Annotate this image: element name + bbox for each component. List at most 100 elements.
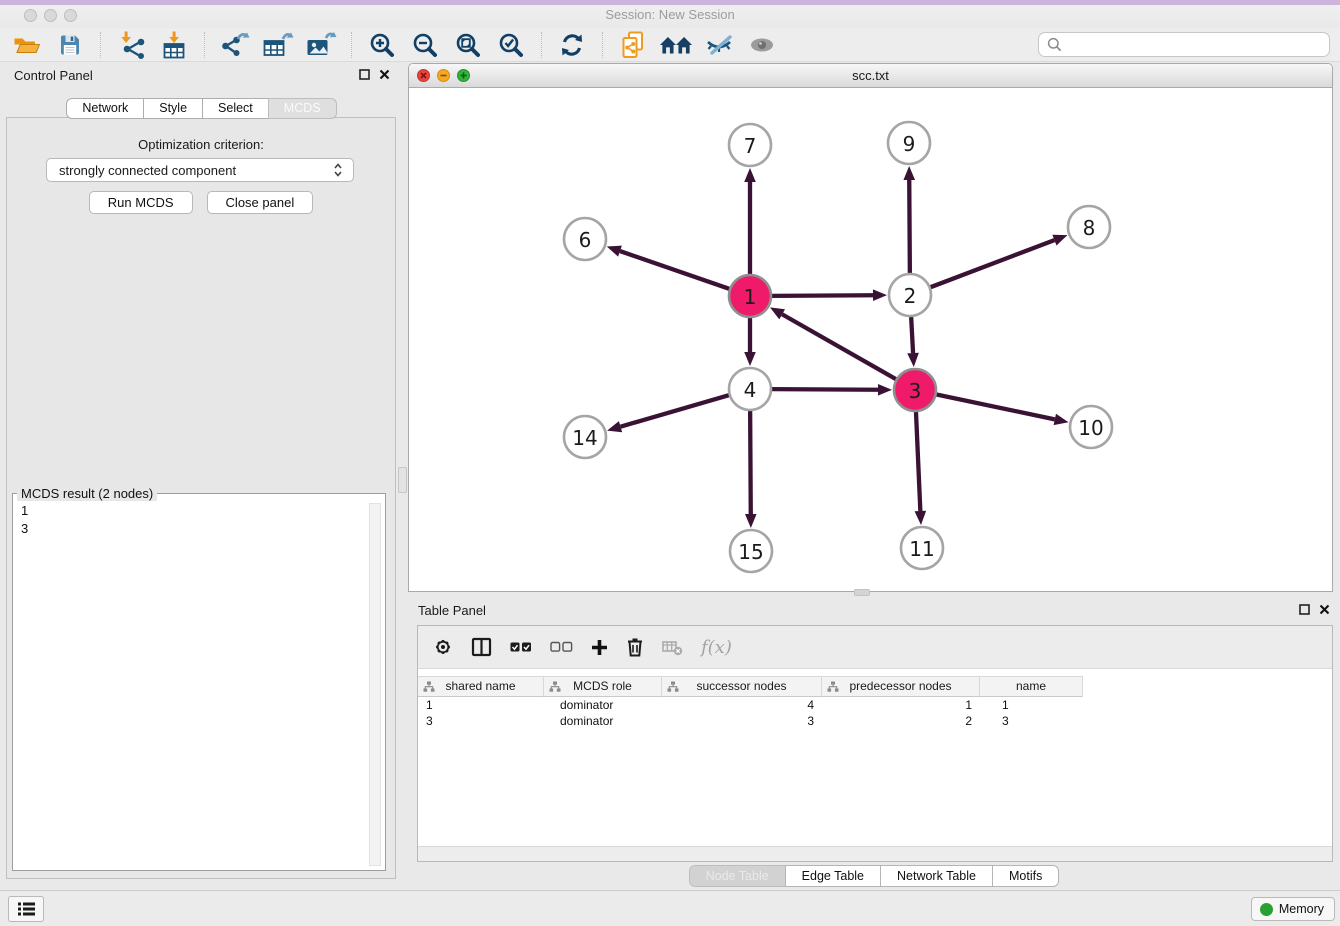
float-panel-icon[interactable] — [359, 69, 370, 80]
import-network-button[interactable] — [114, 30, 148, 60]
save-session-button[interactable] — [53, 30, 87, 60]
graph-edge-1-4[interactable] — [744, 318, 756, 366]
cell-filler — [1083, 713, 1332, 729]
cell-name[interactable]: 3 — [980, 713, 1083, 729]
graph-node-2[interactable]: 2 — [889, 274, 931, 316]
horizontal-splitter-handle[interactable] — [854, 589, 870, 596]
cell-predecessor-nodes[interactable]: 2 — [822, 713, 980, 729]
tab-network-table[interactable]: Network Table — [880, 865, 993, 887]
cell-shared-name[interactable]: 3 — [418, 713, 544, 729]
column-header-predecessor-nodes[interactable]: predecessor nodes — [822, 676, 980, 697]
tab-node-table[interactable]: Node Table — [689, 865, 786, 887]
close-panel-icon[interactable] — [1319, 604, 1330, 615]
graph-edge-2-9[interactable] — [903, 166, 915, 273]
criterion-select[interactable]: strongly connected component — [46, 158, 354, 182]
export-image-icon — [305, 31, 337, 59]
graph-edge-2-8[interactable] — [931, 235, 1068, 287]
graph-node-6[interactable]: 6 — [564, 218, 606, 260]
search-box[interactable] — [1038, 32, 1330, 57]
network-graph[interactable]: 7 9 6 8 1 2 4 3 14 10 15 11 — [409, 88, 1332, 590]
control-panel-title: Control Panel — [14, 68, 93, 83]
graph-edge-4-3[interactable] — [772, 384, 892, 396]
run-mcds-button[interactable]: Run MCDS — [89, 191, 193, 214]
import-table-button[interactable] — [157, 30, 191, 60]
close-panel-button[interactable]: Close panel — [207, 191, 314, 214]
graph-edge-4-14[interactable] — [607, 395, 729, 432]
gear-icon[interactable] — [433, 637, 453, 657]
cell-shared-name[interactable]: 1 — [418, 697, 544, 713]
graph-node-11[interactable]: 11 — [901, 527, 943, 569]
memory-button[interactable]: Memory — [1251, 897, 1335, 921]
select-all-icon[interactable] — [510, 641, 532, 653]
graph-node-3[interactable]: 3 — [894, 369, 936, 411]
show-eye-button[interactable] — [745, 30, 779, 60]
column-header-mcds-role[interactable]: MCDS role — [544, 676, 662, 697]
graph-edge-3-10[interactable] — [937, 395, 1069, 426]
add-icon[interactable] — [591, 639, 608, 656]
table-row[interactable]: 3 dominator 3 2 3 — [418, 713, 1332, 729]
cell-mcds-role[interactable]: dominator — [544, 697, 662, 713]
search-input[interactable] — [1067, 37, 1321, 52]
float-panel-icon[interactable] — [1299, 604, 1310, 615]
cell-successor-nodes[interactable]: 3 — [662, 713, 822, 729]
function-builder-icon[interactable]: f(x) — [701, 637, 732, 658]
graph-node-4[interactable]: 4 — [729, 368, 771, 410]
result-scrollbar[interactable] — [369, 503, 381, 866]
graph-node-15[interactable]: 15 — [730, 530, 772, 572]
graph-edge-1-6[interactable] — [607, 246, 729, 289]
graph-node-10[interactable]: 10 — [1070, 406, 1112, 448]
vertical-splitter-handle[interactable] — [398, 467, 407, 493]
deselect-all-icon[interactable] — [550, 641, 573, 653]
tab-edge-table[interactable]: Edge Table — [785, 865, 881, 887]
hide-selected-button[interactable] — [702, 30, 736, 60]
export-network-button[interactable] — [218, 30, 252, 60]
graph-edge-1-7[interactable] — [744, 168, 756, 274]
table-row[interactable]: 1 dominator 4 1 1 — [418, 697, 1332, 713]
delete-icon[interactable] — [626, 637, 644, 657]
export-table-button[interactable] — [261, 30, 295, 60]
graph-node-14[interactable]: 14 — [564, 416, 606, 458]
column-header-successor-nodes[interactable]: successor nodes — [662, 676, 822, 697]
workspace: Control Panel Network Style Select MCDS … — [0, 62, 1340, 890]
zoom-out-button[interactable] — [408, 30, 442, 60]
tab-select[interactable]: Select — [202, 98, 269, 119]
cell-name[interactable]: 1 — [980, 697, 1083, 713]
graph-node-9[interactable]: 9 — [888, 122, 930, 164]
tab-mcds[interactable]: MCDS — [268, 98, 337, 119]
graph-edge-3-11[interactable] — [915, 412, 927, 525]
result-item: 3 — [21, 520, 385, 538]
open-session-button[interactable] — [10, 30, 44, 60]
export-image-button[interactable] — [304, 30, 338, 60]
main-toolbar — [0, 28, 1340, 62]
toolbar-separator — [541, 32, 542, 58]
graph-node-1[interactable]: 1 — [729, 275, 771, 317]
first-neighbors-button[interactable] — [659, 30, 693, 60]
network-window-titlebar[interactable]: scc.txt — [409, 64, 1332, 88]
cell-predecessor-nodes[interactable]: 1 — [822, 697, 980, 713]
delete-column-icon[interactable] — [662, 638, 683, 656]
graph-edge-2-3[interactable] — [907, 317, 919, 367]
graph-edge-4-15[interactable] — [745, 411, 757, 528]
graph-edge-1-2[interactable] — [772, 289, 887, 301]
column-header-shared-name[interactable]: shared name — [418, 676, 544, 697]
cell-mcds-role[interactable]: dominator — [544, 713, 662, 729]
graph-node-7[interactable]: 7 — [729, 124, 771, 166]
table-horizontal-scrollbar[interactable] — [418, 846, 1332, 861]
network-canvas[interactable]: 7 9 6 8 1 2 4 3 14 10 15 11 — [409, 88, 1332, 590]
refresh-view-button[interactable] — [555, 30, 589, 60]
zoom-selected-button[interactable] — [494, 30, 528, 60]
zoom-in-button[interactable] — [365, 30, 399, 60]
close-panel-icon[interactable] — [379, 69, 390, 80]
graph-edge-3-1[interactable] — [770, 307, 896, 379]
cell-successor-nodes[interactable]: 4 — [662, 697, 822, 713]
column-header-name[interactable]: name — [980, 676, 1083, 697]
main-titlebar: Session: New Session — [0, 0, 1340, 28]
clone-network-button[interactable] — [616, 30, 650, 60]
zoom-fit-button[interactable] — [451, 30, 485, 60]
tab-style[interactable]: Style — [143, 98, 203, 119]
tab-motifs[interactable]: Motifs — [992, 865, 1059, 887]
graph-node-8[interactable]: 8 — [1068, 206, 1110, 248]
task-history-button[interactable] — [8, 896, 44, 922]
columns-icon[interactable] — [471, 637, 492, 657]
tab-network[interactable]: Network — [66, 98, 144, 119]
